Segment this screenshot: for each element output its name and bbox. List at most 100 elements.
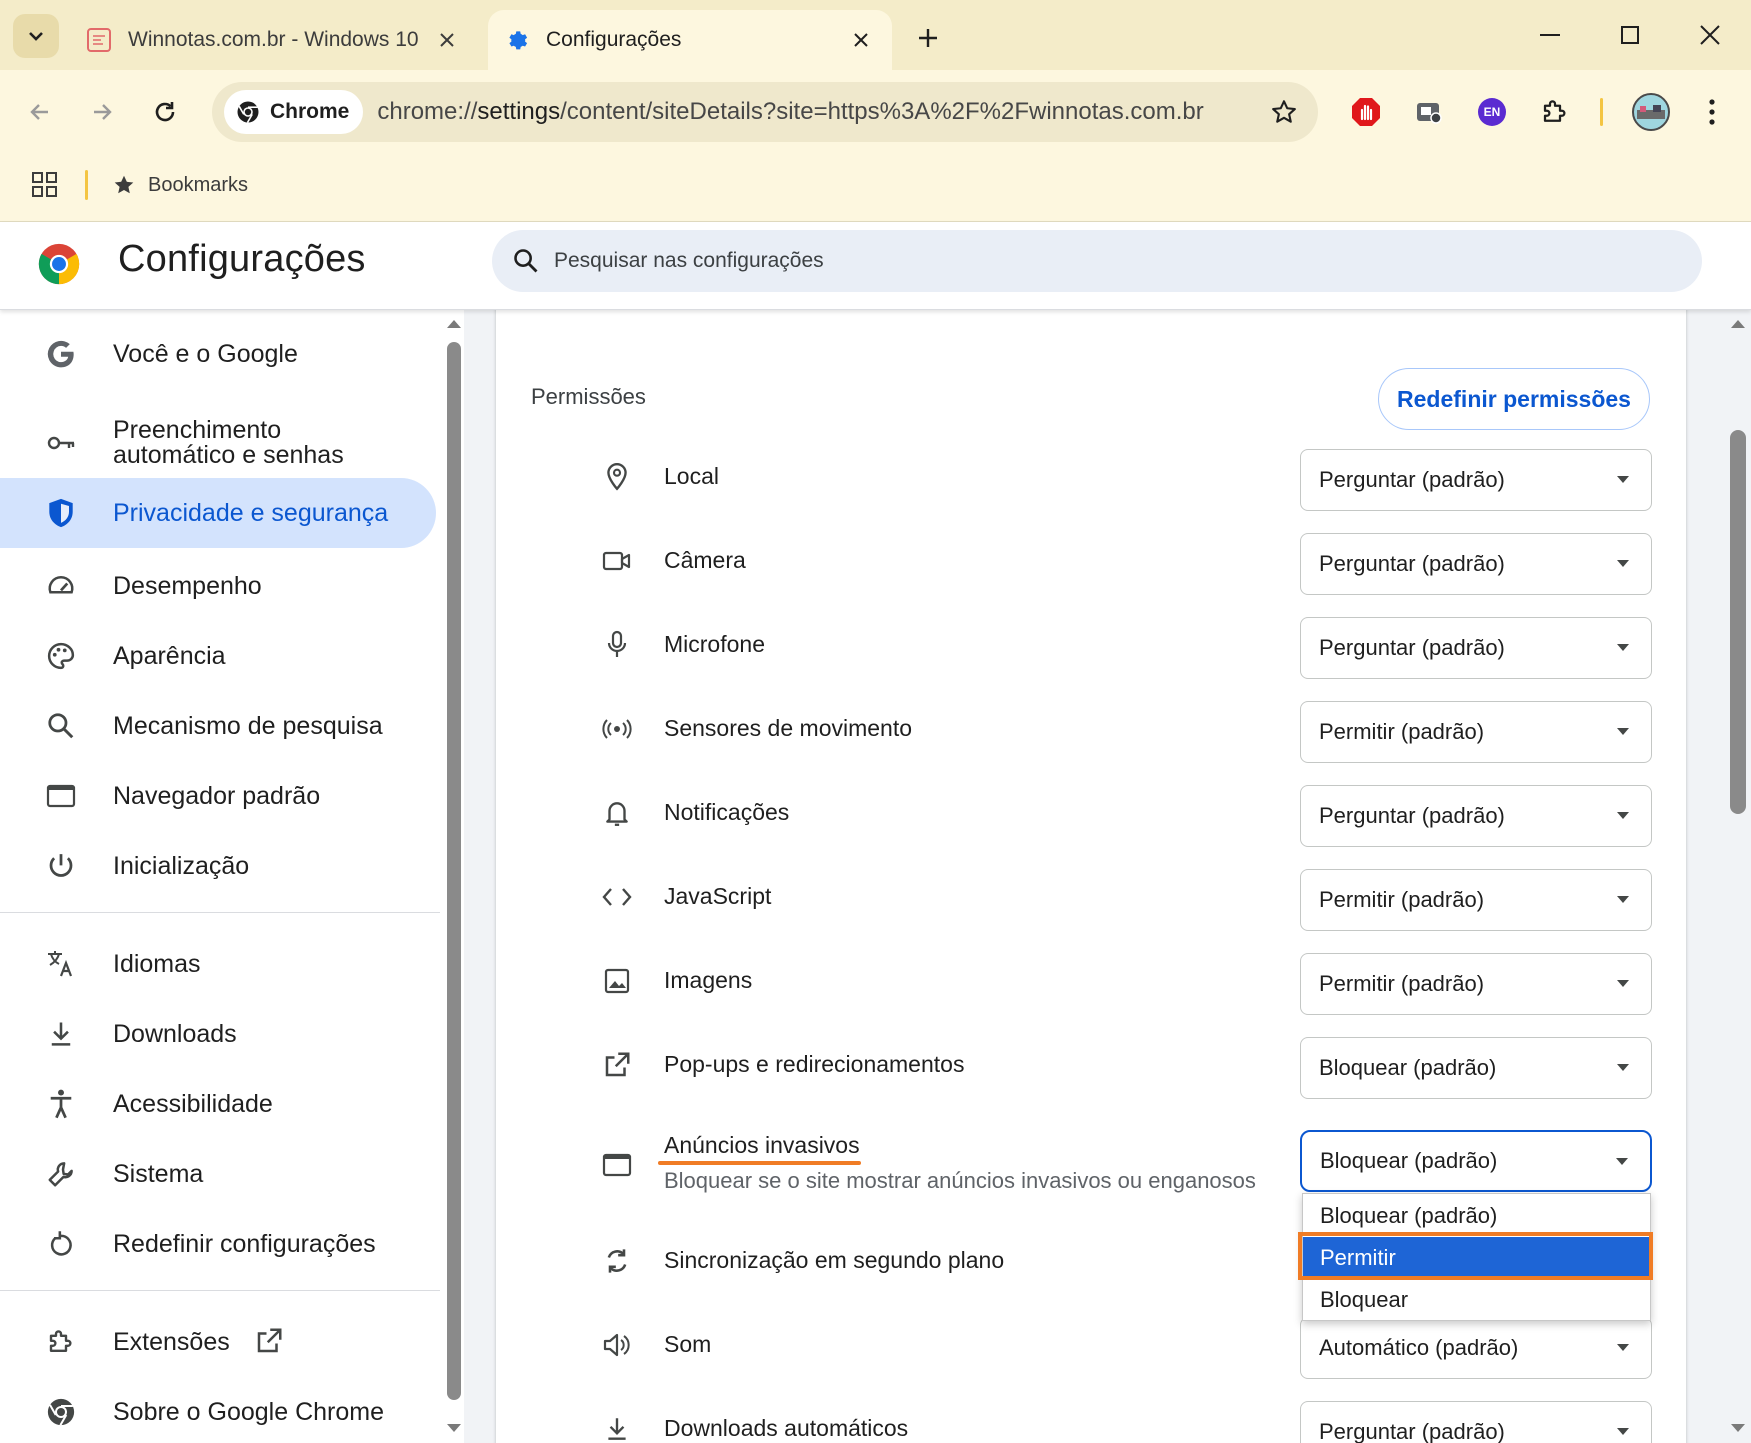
permission-select-popups[interactable]: Bloquear (padrão) <box>1300 1037 1652 1099</box>
permission-select-javascript[interactable]: Permitir (padrão) <box>1300 869 1652 931</box>
sidebar-item-sobre-chrome[interactable]: Sobre o Google Chrome <box>0 1384 436 1440</box>
new-tab-button[interactable] <box>908 18 948 58</box>
site-info-chip[interactable]: Chrome <box>224 90 364 134</box>
sidebar-item-extensoes[interactable]: Extensões <box>0 1314 436 1370</box>
shield-icon <box>44 496 78 530</box>
sidebar-item-navegador-padrao[interactable]: Navegador padrão <box>0 768 436 824</box>
chrome-logo-icon <box>37 242 81 286</box>
sidebar-item-acessibilidade[interactable]: Acessibilidade <box>0 1076 436 1132</box>
sidebar-item-mecanismo[interactable]: Mecanismo de pesquisa <box>0 698 436 754</box>
dropdown-caret-icon <box>1617 728 1629 735</box>
url-text[interactable]: chrome://settings/content/siteDetails?si… <box>377 98 1262 126</box>
dropdown-option-bloquear[interactable]: Bloquear <box>1303 1279 1652 1321</box>
sidebar-item-voce-e-o-google[interactable]: Você e o Google <box>0 326 436 382</box>
permission-select-downloads-automaticos[interactable]: Perguntar (padrão) <box>1300 1401 1652 1443</box>
permission-label: Notificações <box>664 799 790 825</box>
sidebar-item-desempenho[interactable]: Desempenho <box>0 558 436 614</box>
permission-select-microfone[interactable]: Perguntar (padrão) <box>1300 617 1652 679</box>
sidebar-item-idiomas[interactable]: Idiomas <box>0 936 436 992</box>
permissions-section-title: Permissões <box>531 384 646 409</box>
sidebar-item-downloads[interactable]: Downloads <box>0 1006 436 1062</box>
bookmark-star-button[interactable] <box>1262 90 1306 134</box>
sidebar-item-label: Desempenho <box>113 571 262 600</box>
open-in-new-icon <box>600 1048 634 1082</box>
dropdown-option-bloquear-padrao[interactable]: Bloquear (padrão) <box>1303 1195 1652 1237</box>
sidebar-scroll-thumb[interactable] <box>447 342 461 1400</box>
sidebar-item-redefinir[interactable]: Redefinir configurações <box>0 1216 436 1272</box>
tab-title: Winnotas.com.br - Windows 10 <box>128 28 419 51</box>
url-host: settings <box>477 98 561 125</box>
adblock-extension-button[interactable] <box>1344 90 1388 134</box>
restore-icon <box>44 1227 78 1261</box>
chrome-menu-button[interactable] <box>1690 90 1734 134</box>
extensions-menu-button[interactable] <box>1533 90 1577 134</box>
open-in-new-icon <box>254 1326 284 1361</box>
tab-strip: Winnotas.com.br - Windows 10 Configuraçõ… <box>0 0 1751 70</box>
select-value: Permitir (padrão) <box>1319 719 1485 744</box>
main-scroll-thumb[interactable] <box>1730 430 1746 814</box>
main-scroll-up-icon[interactable] <box>1731 320 1745 328</box>
sidebar-item-label: Mecanismo de pesquisa <box>113 711 383 740</box>
google-icon <box>44 337 78 371</box>
star-icon <box>114 175 134 194</box>
dropdown-caret-icon <box>1617 1344 1629 1351</box>
select-value: Perguntar (padrão) <box>1319 551 1505 576</box>
permission-select-anuncios[interactable]: Bloquear (padrão) <box>1300 1130 1652 1192</box>
close-icon[interactable] <box>846 25 876 55</box>
select-value: Perguntar (padrão) <box>1319 803 1505 828</box>
forward-button[interactable] <box>80 90 124 134</box>
search-icon <box>44 709 78 743</box>
stop-hand-icon <box>1352 98 1380 126</box>
permission-label: Downloads automáticos <box>664 1415 909 1441</box>
language-extension-button[interactable]: EN <box>1470 90 1514 134</box>
puzzle-icon <box>44 1325 78 1359</box>
sidebar-item-sistema[interactable]: Sistema <box>0 1146 436 1202</box>
close-window-button[interactable] <box>1680 10 1740 60</box>
reload-button[interactable] <box>143 90 187 134</box>
permission-select-imagens[interactable]: Permitir (padrão) <box>1300 953 1652 1015</box>
sidebar-item-aparencia[interactable]: Aparência <box>0 628 436 684</box>
sidebar-item-preenchimento[interactable]: Preenchimento automático e senhas <box>0 406 436 480</box>
reset-permissions-button[interactable]: Redefinir permissões <box>1378 368 1650 430</box>
permission-select-som[interactable]: Automático (padrão) <box>1300 1317 1652 1379</box>
chrome-icon <box>44 1395 78 1429</box>
tab-winnotas[interactable]: Winnotas.com.br - Windows 10 <box>70 10 478 70</box>
settings-search-input[interactable]: Pesquisar nas configurações <box>492 230 1702 292</box>
camera-icon <box>600 544 634 578</box>
profile-avatar[interactable] <box>1626 87 1676 137</box>
permission-row-microfone: Microfone Perguntar (padrão) <box>496 603 1686 687</box>
close-icon[interactable] <box>432 25 462 55</box>
language-badge-label: EN <box>1483 105 1501 119</box>
sidebar-item-label: Extensões <box>113 1327 230 1356</box>
apps-grid-icon[interactable] <box>30 170 60 200</box>
maximize-button[interactable] <box>1600 10 1660 60</box>
screen-capture-extension-button[interactable] <box>1407 90 1451 134</box>
sidebar-item-label: Downloads <box>113 1019 237 1048</box>
tab-search-button[interactable] <box>13 14 59 58</box>
code-icon <box>600 880 634 914</box>
sidebar-scroll-up-icon[interactable] <box>447 320 461 328</box>
minimize-icon <box>1540 34 1560 36</box>
main-scroll-down-icon[interactable] <box>1731 1424 1745 1432</box>
permission-select-camera[interactable]: Perguntar (padrão) <box>1300 533 1652 595</box>
permission-select-local[interactable]: Perguntar (padrão) <box>1300 449 1652 511</box>
bookmarks-folder[interactable]: Bookmarks <box>112 168 248 202</box>
permission-select-notificacoes[interactable]: Perguntar (padrão) <box>1300 785 1652 847</box>
bookmarks-bar: Bookmarks <box>0 154 1751 214</box>
sidebar-item-label: Inicialização <box>113 851 250 880</box>
address-bar[interactable]: Chrome chrome://settings/content/siteDet… <box>212 82 1318 142</box>
arrow-left-icon <box>30 104 48 120</box>
back-button[interactable] <box>18 90 62 134</box>
minimize-button[interactable] <box>1520 10 1580 60</box>
permission-label: Sincronização em segundo plano <box>664 1247 1005 1273</box>
sidebar-item-inicializacao[interactable]: Inicialização <box>0 838 436 894</box>
tab-configuracoes[interactable]: Configurações <box>488 10 892 70</box>
avatar-icon <box>1632 93 1670 131</box>
permission-select-sensores[interactable]: Permitir (padrão) <box>1300 701 1652 763</box>
select-value: Perguntar (padrão) <box>1319 635 1505 660</box>
sidebar-scroll-down-icon[interactable] <box>447 1424 461 1432</box>
sidebar-item-label: Preenchimento automático e senhas <box>113 416 344 469</box>
chrome-icon <box>237 101 259 123</box>
sidebar-item-privacidade[interactable]: Privacidade e segurança <box>0 478 436 548</box>
sidebar-item-label: Idiomas <box>113 949 201 978</box>
